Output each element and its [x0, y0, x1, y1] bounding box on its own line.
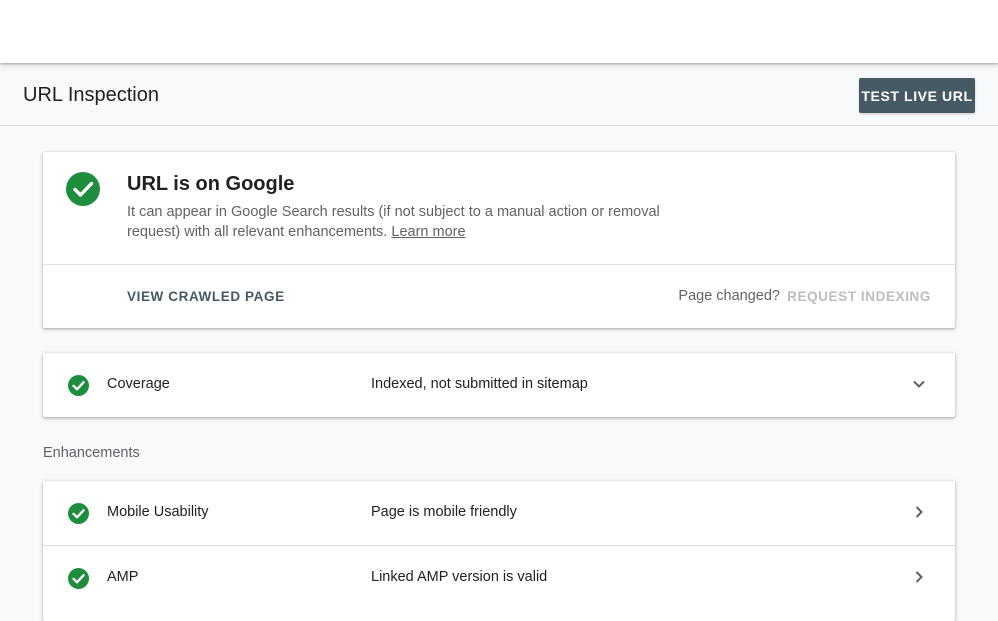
- check-circle-icon: [66, 172, 100, 206]
- test-live-url-button[interactable]: TEST LIVE URL: [859, 78, 975, 113]
- chevron-right-icon[interactable]: [909, 567, 929, 587]
- learn-more-link[interactable]: Learn more: [391, 224, 465, 240]
- enhancement-row-amp[interactable]: AMP Linked AMP version is valid: [43, 545, 955, 610]
- coverage-row-content: Coverage Indexed, not submitted in sitem…: [43, 353, 955, 417]
- coverage-label: Coverage: [107, 376, 170, 392]
- card-divider: [43, 264, 955, 265]
- status-description: It can appear in Google Search results (…: [127, 202, 687, 242]
- enhancement-label: AMP: [107, 569, 139, 585]
- check-circle-icon: [68, 503, 89, 524]
- check-circle-icon: [68, 568, 89, 589]
- enhancement-value: Linked AMP version is valid: [371, 569, 548, 585]
- chevron-down-icon[interactable]: [909, 374, 929, 394]
- top-app-bar: [0, 0, 998, 63]
- page-changed-label: Page changed?: [678, 288, 780, 304]
- page-header: URL Inspection TEST LIVE URL: [0, 63, 998, 126]
- coverage-value: Indexed, not submitted in sitemap: [371, 376, 588, 392]
- enhancement-value: Page is mobile friendly: [371, 504, 517, 520]
- check-circle-icon: [68, 375, 89, 396]
- url-status-card: URL is on Google It can appear in Google…: [43, 152, 955, 328]
- view-crawled-page-button[interactable]: VIEW CRAWLED PAGE: [127, 289, 285, 304]
- page-title: URL Inspection: [23, 84, 159, 106]
- enhancements-heading: Enhancements: [43, 445, 140, 461]
- request-indexing-button[interactable]: REQUEST INDEXING: [787, 289, 931, 304]
- chevron-right-icon[interactable]: [909, 502, 929, 522]
- coverage-row[interactable]: Coverage Indexed, not submitted in sitem…: [43, 353, 955, 417]
- enhancement-label: Mobile Usability: [107, 504, 209, 520]
- status-title: URL is on Google: [127, 173, 295, 195]
- enhancements-card: Mobile Usability Page is mobile friendly…: [43, 481, 955, 621]
- enhancement-row-mobile-usability[interactable]: Mobile Usability Page is mobile friendly: [43, 481, 955, 545]
